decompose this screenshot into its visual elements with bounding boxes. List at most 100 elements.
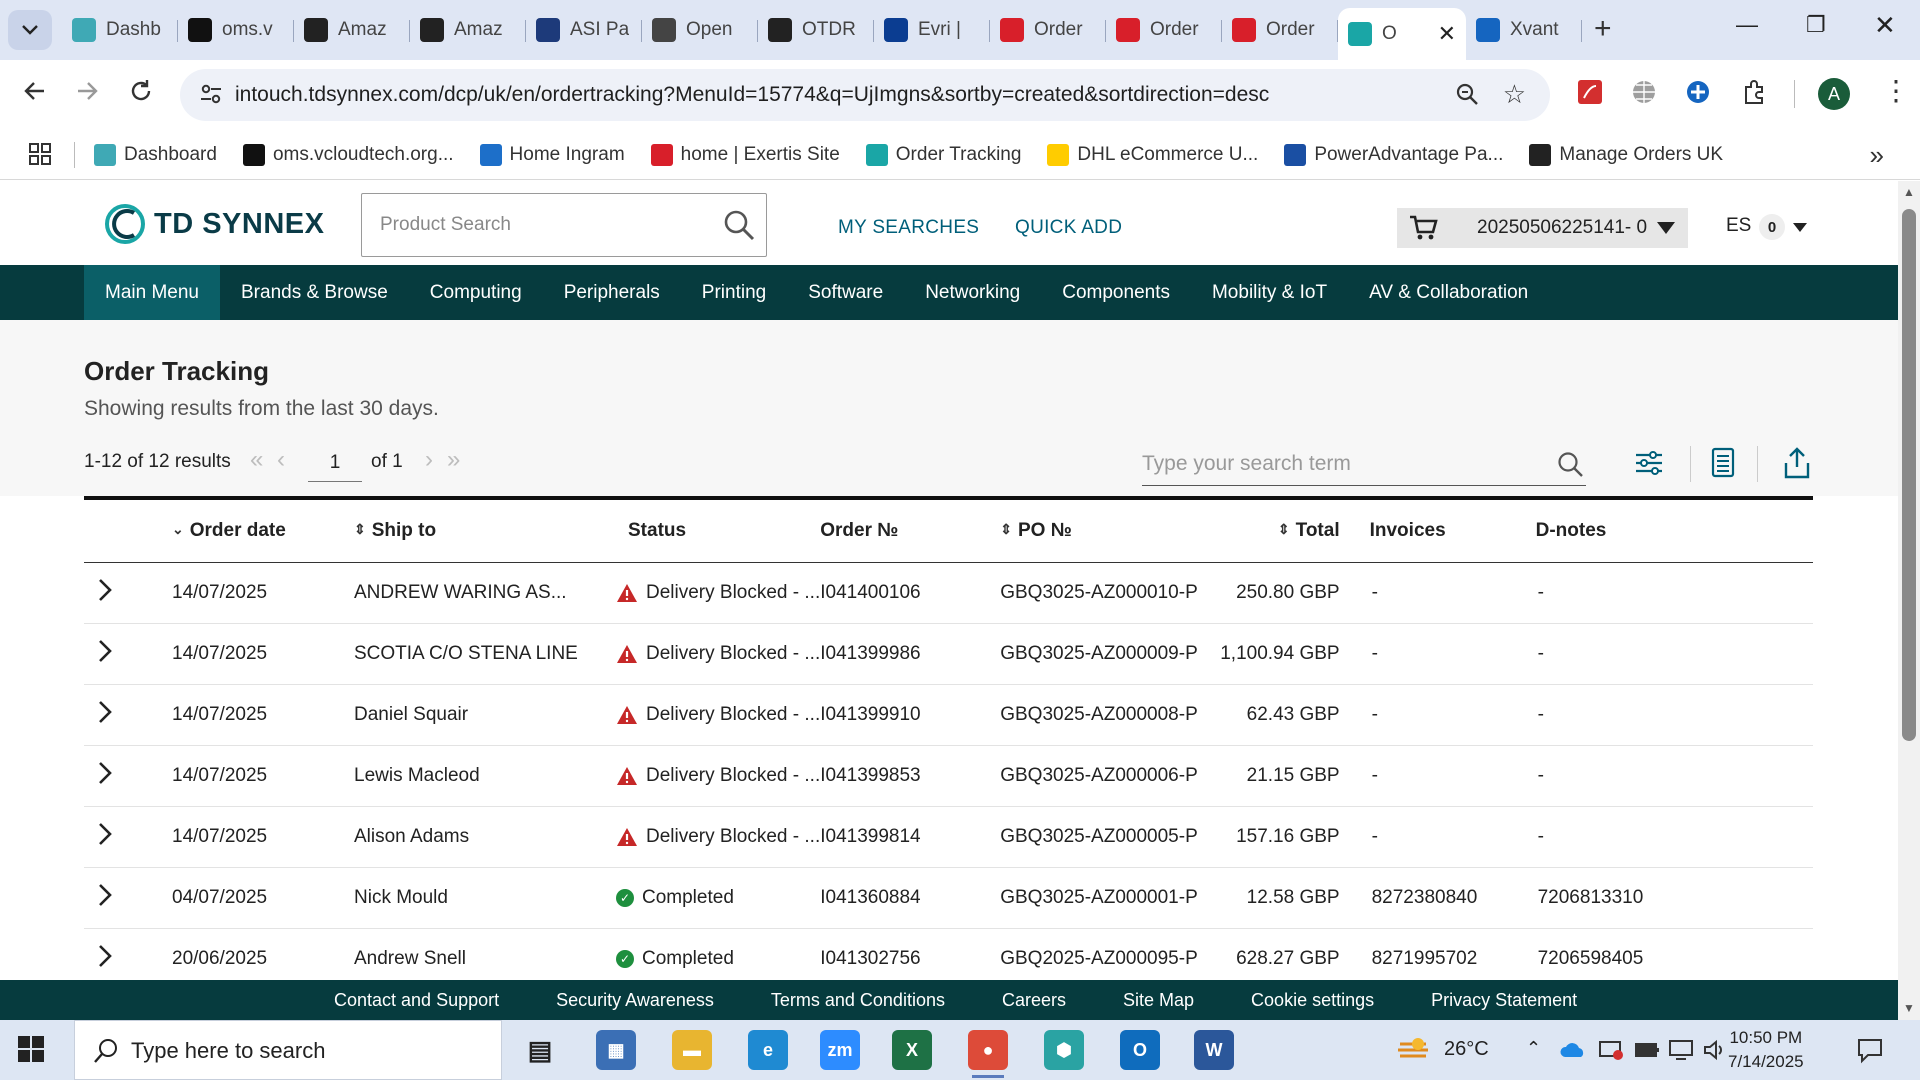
product-search-input[interactable]	[362, 194, 702, 256]
word-icon[interactable]: W	[1194, 1030, 1234, 1070]
task-view-icon[interactable]: ▤	[520, 1030, 560, 1070]
user-initials[interactable]: ES	[1726, 215, 1751, 237]
nav-item-av-collaboration[interactable]: AV & Collaboration	[1348, 265, 1549, 320]
bookmark-item[interactable]: DHL eCommerce U...	[1047, 144, 1258, 166]
display-icon[interactable]	[1668, 1038, 1694, 1062]
nav-item-mobility-iot[interactable]: Mobility & IoT	[1191, 265, 1348, 320]
bookmark-item[interactable]: PowerAdvantage Pa...	[1284, 144, 1503, 166]
table-row[interactable]: 20/06/2025 Andrew Snell ✓ Completed I0413027…	[84, 928, 1813, 980]
browser-tab[interactable]: Amaz	[294, 8, 410, 52]
speaker-volume-icon[interactable]	[1702, 1038, 1726, 1062]
system-clock[interactable]: 10:50 PM 7/14/2025	[1728, 1026, 1804, 1074]
zoom-icon[interactable]: zm	[820, 1030, 860, 1070]
expand-cell[interactable]	[84, 623, 172, 685]
temperature[interactable]: 26°C	[1444, 1038, 1489, 1061]
expand-cell[interactable]	[84, 867, 172, 929]
bookmark-item[interactable]: Home Ingram	[479, 144, 625, 166]
scroll-down-arrow-icon[interactable]: ▼	[1903, 1001, 1915, 1015]
order-search-input[interactable]	[1142, 444, 1542, 484]
search-icon[interactable]	[722, 208, 756, 242]
weather-icon[interactable]	[1396, 1034, 1432, 1066]
minimize-button[interactable]: —	[1736, 12, 1758, 38]
chevron-right-icon[interactable]	[94, 760, 116, 786]
onedrive-cloud-icon[interactable]	[1560, 1042, 1586, 1058]
edge-icon[interactable]: e	[748, 1030, 788, 1070]
nav-item-components[interactable]: Components	[1041, 265, 1191, 320]
browser-tab[interactable]: Dashb	[62, 8, 178, 52]
footer-link-terms-and-conditions[interactable]: Terms and Conditions	[771, 990, 945, 1011]
nav-item-brands-browse[interactable]: Brands & Browse	[220, 265, 409, 320]
expand-cell[interactable]	[84, 684, 172, 746]
nav-item-main-menu[interactable]: Main Menu	[84, 265, 220, 320]
order-date-header[interactable]: ⌄ Order date	[172, 498, 354, 563]
nav-item-networking[interactable]: Networking	[904, 265, 1041, 320]
order-number-link[interactable]: I041399814	[820, 806, 1001, 868]
profile-avatar[interactable]: A	[1818, 78, 1850, 110]
footer-link-cookie-settings[interactable]: Cookie settings	[1251, 990, 1374, 1011]
browser-tab[interactable]: Amaz	[410, 8, 526, 52]
browser-tab[interactable]: ASI Pa	[526, 8, 642, 52]
ship-to-header[interactable]: ⇕ Ship to	[354, 498, 608, 563]
export-upload-icon[interactable]	[1782, 446, 1812, 480]
browser-tab[interactable]: Order	[990, 8, 1106, 52]
dnote-link[interactable]: 7206813310	[1513, 867, 1813, 929]
new-tab-button[interactable]: +	[1594, 14, 1612, 44]
bookmark-item[interactable]: home | Exertis Site	[650, 144, 840, 166]
chevron-right-icon[interactable]	[94, 943, 116, 969]
sort-icon[interactable]: ⇕	[1000, 521, 1012, 538]
order-number-link[interactable]: I041399910	[820, 684, 1001, 746]
notification-center-icon[interactable]	[1856, 1036, 1884, 1064]
tab-search-button[interactable]	[8, 10, 52, 50]
chevron-right-icon[interactable]	[94, 821, 116, 847]
more-bookmarks-chevron-icon[interactable]: »	[1870, 140, 1884, 171]
excel-icon[interactable]: X	[892, 1030, 932, 1070]
browser-tab[interactable]: oms.v	[178, 8, 294, 52]
show-hidden-icons-chevron-icon[interactable]: ⌃	[1526, 1038, 1541, 1059]
nav-item-peripherals[interactable]: Peripherals	[543, 265, 681, 320]
url-text[interactable]: intouch.tdsynnex.com/dcp/uk/en/ordertrac…	[235, 83, 1269, 107]
total-header[interactable]: ⇕ Total	[1220, 498, 1348, 563]
browser-tab[interactable]: O ✕	[1338, 8, 1466, 60]
bookmark-item[interactable]: Order Tracking	[865, 144, 1021, 166]
chevron-right-icon[interactable]	[94, 882, 116, 908]
browser-menu-icon[interactable]: ⋮	[1882, 74, 1910, 107]
page-number-input[interactable]	[308, 444, 362, 482]
chrome-icon[interactable]: ●	[968, 1030, 1008, 1078]
extensions-puzzle-icon[interactable]	[1740, 78, 1768, 106]
file-explorer-icon[interactable]: ▬	[672, 1030, 712, 1070]
page-scrollbar[interactable]: ▲ ▼	[1898, 181, 1920, 1020]
zoom-icon[interactable]	[1454, 81, 1480, 107]
filter-sliders-icon[interactable]	[1634, 446, 1664, 480]
scrollbar-thumb[interactable]	[1902, 209, 1916, 741]
nav-item-printing[interactable]: Printing	[681, 265, 787, 320]
chevron-right-icon[interactable]	[94, 638, 116, 664]
browser-tab[interactable]: OTDR	[758, 8, 874, 52]
search-icon[interactable]	[1556, 450, 1584, 478]
reload-button[interactable]	[128, 78, 154, 111]
network-alert-icon[interactable]	[1598, 1038, 1624, 1062]
bookmark-item[interactable]: oms.vcloudtech.org...	[242, 144, 454, 166]
back-button[interactable]	[22, 78, 48, 111]
extension-cross-icon[interactable]	[1684, 78, 1712, 106]
expand-cell[interactable]	[84, 745, 172, 807]
expand-cell[interactable]	[84, 806, 172, 868]
list-view-icon[interactable]	[1709, 446, 1737, 480]
invoice-link[interactable]: 8272380840	[1347, 867, 1514, 929]
nav-item-software[interactable]: Software	[787, 265, 904, 320]
footer-link-site-map[interactable]: Site Map	[1123, 990, 1194, 1011]
taskbar-search-input[interactable]	[131, 1033, 481, 1069]
pdf-extension-icon[interactable]	[1576, 78, 1604, 106]
bookmark-item[interactable]: Manage Orders UK	[1529, 144, 1723, 166]
order-number-link[interactable]: I041360884	[820, 867, 1001, 929]
chevron-right-icon[interactable]	[94, 699, 116, 725]
browser-tab[interactable]: Order	[1106, 8, 1222, 52]
sort-icon[interactable]: ⇕	[354, 521, 366, 538]
footer-link-contact-and-support[interactable]: Contact and Support	[334, 990, 499, 1011]
dnote-link[interactable]: 7206598405	[1513, 928, 1813, 980]
table-row[interactable]: 14/07/2025 Lewis Macleod Delivery Blocked …	[84, 745, 1813, 807]
windows-start-icon[interactable]	[18, 1036, 44, 1062]
cart-dropdown-button[interactable]	[1644, 208, 1688, 248]
invoice-link[interactable]: 8271995702	[1347, 928, 1514, 980]
sort-desc-icon[interactable]: ⌄	[172, 521, 184, 538]
scroll-up-arrow-icon[interactable]: ▲	[1903, 185, 1915, 199]
